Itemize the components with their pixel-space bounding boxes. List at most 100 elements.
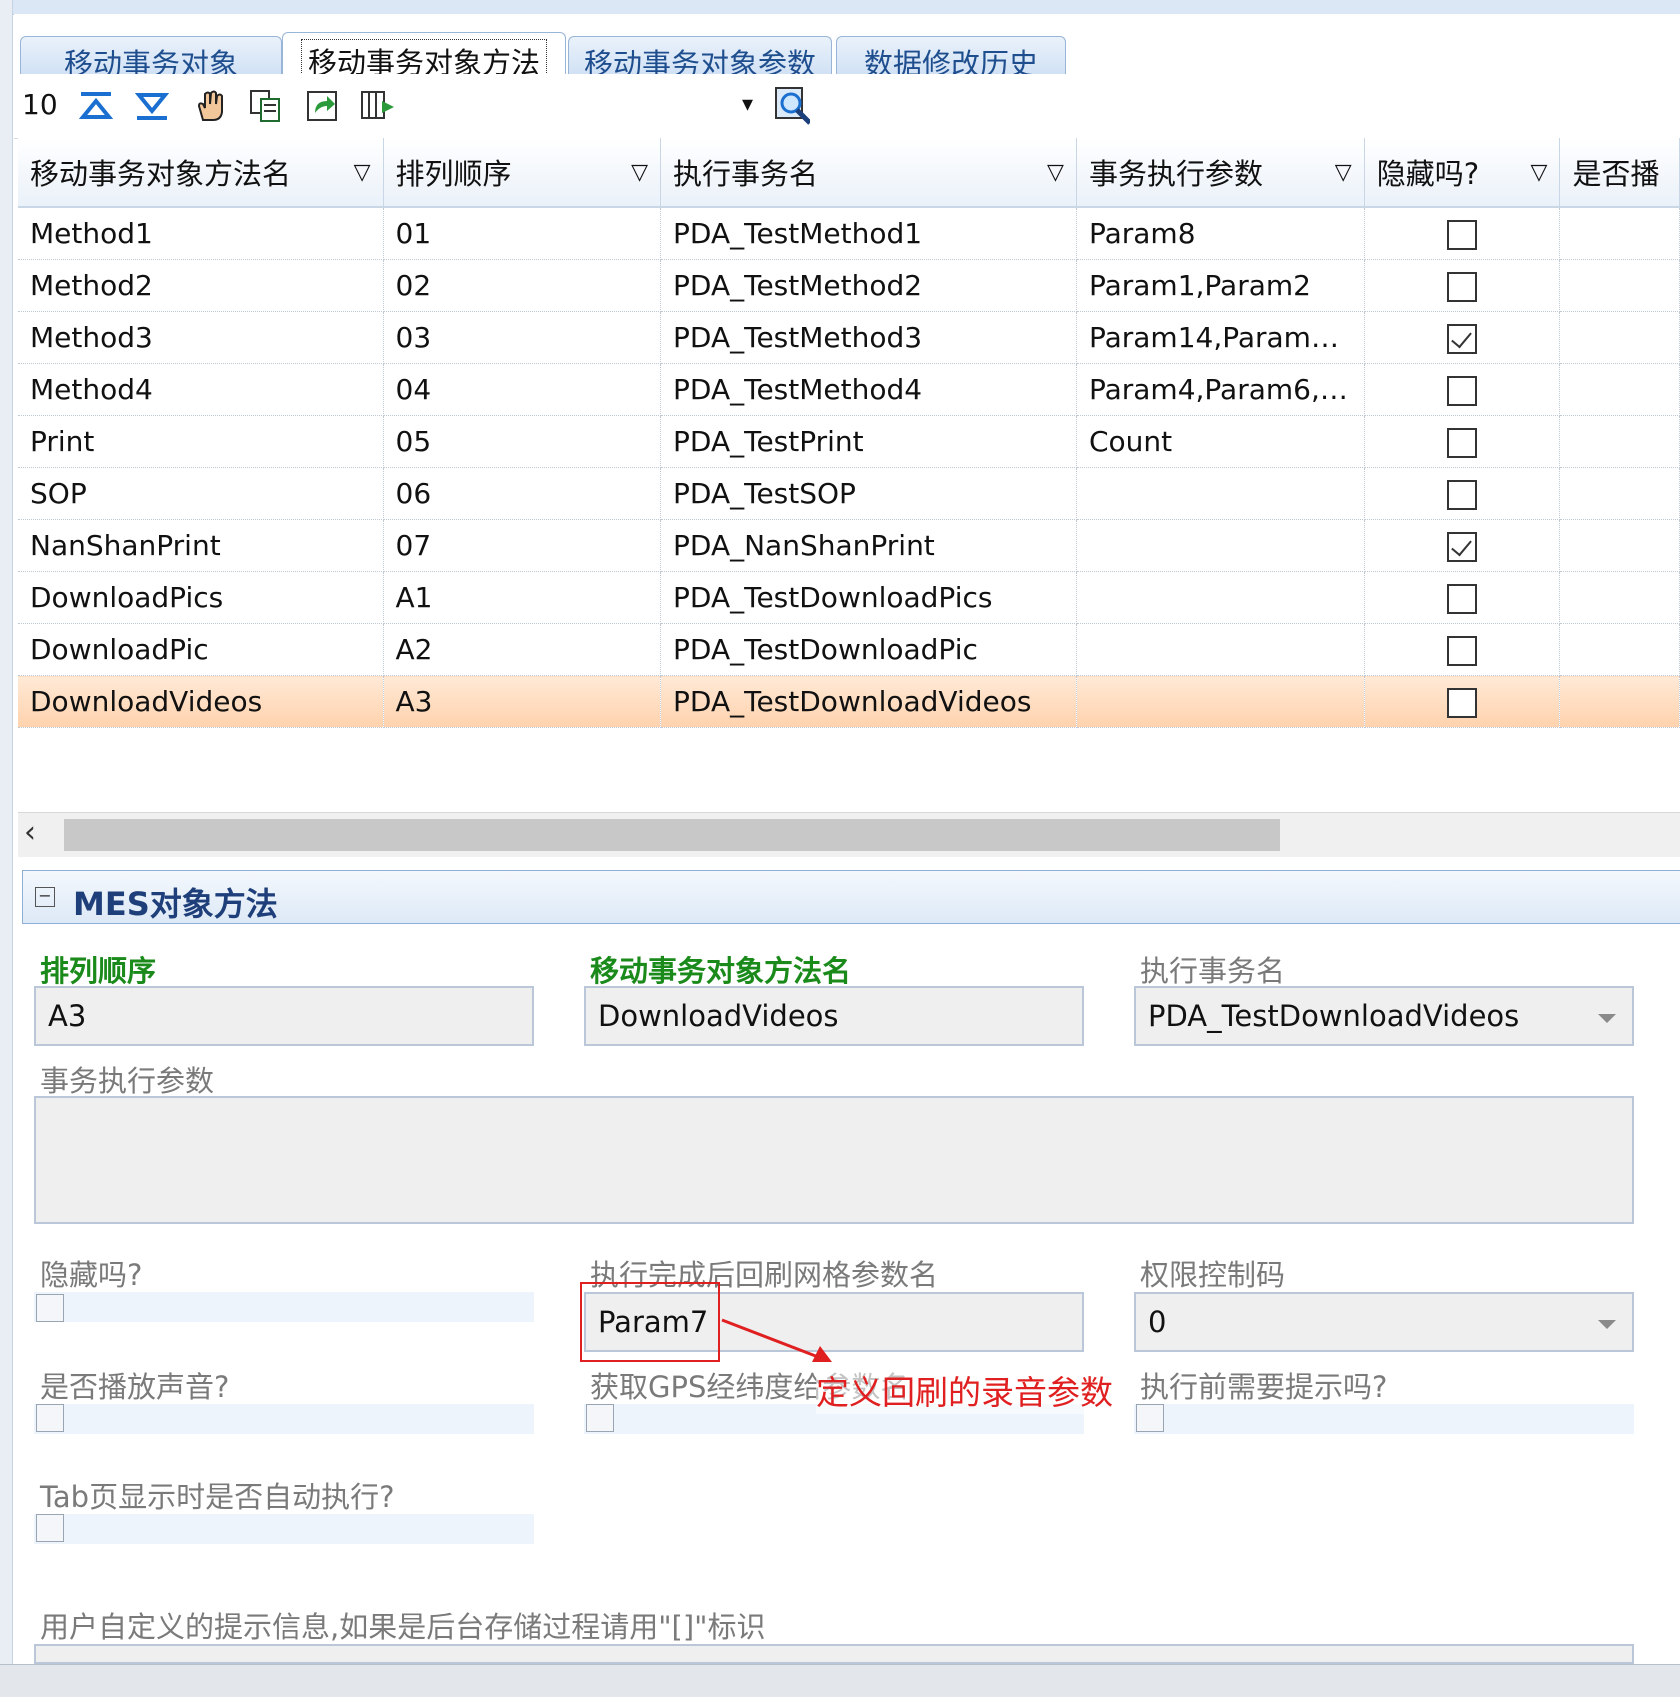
hidden-checkbox-cell[interactable]	[1447, 428, 1478, 458]
cell-sound[interactable]	[1559, 207, 1680, 260]
proc-select[interactable]: PDA_TestDownloadVideos	[1134, 986, 1634, 1046]
cell-method-name[interactable]: Print	[18, 415, 384, 468]
cell-method-name[interactable]: DownloadPics	[18, 571, 384, 624]
column-header-order[interactable]: 排列顺序 ▽	[383, 138, 662, 208]
cell-sound[interactable]	[1559, 519, 1680, 572]
filter-icon[interactable]: ▽	[1335, 160, 1352, 185]
hidden-checkbox-cell[interactable]	[1447, 272, 1478, 302]
cell-proc[interactable]: PDA_TestDownloadVideos	[660, 675, 1077, 728]
cell-order[interactable]: 02	[383, 259, 662, 312]
hidden-checkbox-cell[interactable]	[1447, 324, 1478, 354]
table-row[interactable]: DownloadVideos A3 PDA_TestDownloadVideos	[18, 675, 1680, 728]
table-row[interactable]: Method4 04 PDA_TestMethod4 Param4,Param6,…	[18, 363, 1680, 416]
filter-icon[interactable]: ▽	[354, 160, 371, 185]
cell-sound[interactable]	[1559, 311, 1680, 364]
page-size-label[interactable]: 10	[22, 88, 58, 121]
cell-order[interactable]: 04	[383, 363, 662, 416]
confirm-checkbox[interactable]	[1136, 1404, 1164, 1432]
table-row[interactable]: Method1 01 PDA_TestMethod1 Param8	[18, 207, 1680, 260]
cell-proc[interactable]: PDA_TestMethod2	[660, 259, 1077, 312]
cell-params[interactable]	[1076, 571, 1365, 624]
hidden-checkbox-cell[interactable]	[1447, 220, 1478, 250]
filter-icon[interactable]: ▽	[1531, 160, 1548, 185]
column-header-hidden[interactable]: 隐藏吗? ▽	[1364, 138, 1561, 208]
cell-order[interactable]: A1	[383, 571, 662, 624]
cell-method-name[interactable]: DownloadPic	[18, 623, 384, 676]
cell-method-name[interactable]: Method1	[18, 207, 384, 260]
horizontal-scrollbar[interactable]: ‹	[18, 812, 1680, 857]
cell-proc[interactable]: PDA_TestMethod4	[660, 363, 1077, 416]
cell-proc[interactable]: PDA_TestDownloadPic	[660, 623, 1077, 676]
table-row[interactable]: DownloadPics A1 PDA_TestDownloadPics	[18, 571, 1680, 624]
cell-proc[interactable]: PDA_TestMethod3	[660, 311, 1077, 364]
cell-params[interactable]: Param8	[1076, 207, 1365, 260]
export-icon[interactable]	[304, 88, 340, 124]
cell-order[interactable]: 07	[383, 519, 662, 572]
permission-select[interactable]: 0	[1134, 1292, 1634, 1352]
cell-proc[interactable]: PDA_TestPrint	[660, 415, 1077, 468]
search-icon[interactable]	[774, 87, 810, 125]
cell-sound[interactable]	[1559, 415, 1680, 468]
hidden-checkbox-cell[interactable]	[1447, 584, 1478, 614]
cell-params[interactable]: Param4,Param6,…	[1076, 363, 1365, 416]
method-name-field[interactable]: DownloadVideos	[584, 986, 1084, 1046]
hidden-checkbox-cell[interactable]	[1447, 480, 1478, 510]
cell-sound[interactable]	[1559, 623, 1680, 676]
autorun-checkbox[interactable]	[36, 1514, 64, 1542]
hidden-checkbox-cell[interactable]	[1447, 688, 1478, 718]
cell-order[interactable]: 03	[383, 311, 662, 364]
cell-order[interactable]: 01	[383, 207, 662, 260]
move-bottom-icon[interactable]	[134, 88, 170, 124]
hidden-checkbox-cell[interactable]	[1447, 376, 1478, 406]
cell-proc[interactable]: PDA_TestMethod1	[660, 207, 1077, 260]
table-row[interactable]: Method3 03 PDA_TestMethod3 Param14,Param…	[18, 311, 1680, 364]
copy-icon[interactable]	[248, 88, 284, 124]
cell-params[interactable]: Param1,Param2	[1076, 259, 1365, 312]
column-header-sound[interactable]: 是否播	[1559, 138, 1680, 208]
hidden-checkbox-cell[interactable]	[1447, 636, 1478, 666]
column-header-params[interactable]: 事务执行参数 ▽	[1076, 138, 1365, 208]
filter-icon[interactable]: ▽	[1047, 160, 1064, 185]
cell-params[interactable]: Count	[1076, 415, 1365, 468]
cell-method-name[interactable]: DownloadVideos	[18, 675, 384, 728]
filter-icon[interactable]: ▽	[631, 160, 648, 185]
cell-sound[interactable]	[1559, 363, 1680, 416]
sound-checkbox[interactable]	[36, 1404, 64, 1432]
cell-sound[interactable]	[1559, 675, 1680, 728]
column-add-icon[interactable]	[360, 88, 396, 124]
cell-order[interactable]: A3	[383, 675, 662, 728]
cell-proc[interactable]: PDA_TestDownloadPics	[660, 571, 1077, 624]
hand-icon[interactable]	[192, 88, 228, 124]
table-row[interactable]: DownloadPic A2 PDA_TestDownloadPic	[18, 623, 1680, 676]
hidden-checkbox-cell[interactable]	[1447, 532, 1478, 562]
cell-method-name[interactable]: SOP	[18, 467, 384, 520]
cell-params[interactable]	[1076, 623, 1365, 676]
column-header-proc[interactable]: 执行事务名 ▽	[660, 138, 1077, 208]
cell-sound[interactable]	[1559, 467, 1680, 520]
table-row[interactable]: NanShanPrint 07 PDA_NanShanPrint	[18, 519, 1680, 572]
cell-order[interactable]: 06	[383, 467, 662, 520]
cell-params[interactable]: Param14,Param…	[1076, 311, 1365, 364]
scrollbar-thumb[interactable]	[64, 819, 1280, 851]
column-header-method-name[interactable]: 移动事务对象方法名 ▽	[18, 138, 384, 208]
cell-order[interactable]: 05	[383, 415, 662, 468]
cell-params[interactable]	[1076, 519, 1365, 572]
prompt-field[interactable]	[34, 1644, 1634, 1664]
cell-method-name[interactable]: Method2	[18, 259, 384, 312]
cell-method-name[interactable]: NanShanPrint	[18, 519, 384, 572]
cell-sound[interactable]	[1559, 571, 1680, 624]
group-header[interactable]: − MES对象方法	[22, 870, 1680, 924]
params-textarea[interactable]	[34, 1096, 1634, 1224]
cell-method-name[interactable]: Method4	[18, 363, 384, 416]
order-field[interactable]: A3	[34, 986, 534, 1046]
table-row[interactable]: Method2 02 PDA_TestMethod2 Param1,Param2	[18, 259, 1680, 312]
gps-checkbox[interactable]	[586, 1404, 614, 1432]
scroll-left-icon[interactable]: ‹	[24, 815, 36, 850]
collapse-icon[interactable]: −	[35, 887, 55, 907]
cell-sound[interactable]	[1559, 259, 1680, 312]
cell-method-name[interactable]: Method3	[18, 311, 384, 364]
move-top-icon[interactable]	[78, 88, 114, 124]
cell-proc[interactable]: PDA_NanShanPrint	[660, 519, 1077, 572]
dropdown-arrow-icon[interactable]: ▾	[742, 92, 753, 117]
cell-proc[interactable]: PDA_TestSOP	[660, 467, 1077, 520]
